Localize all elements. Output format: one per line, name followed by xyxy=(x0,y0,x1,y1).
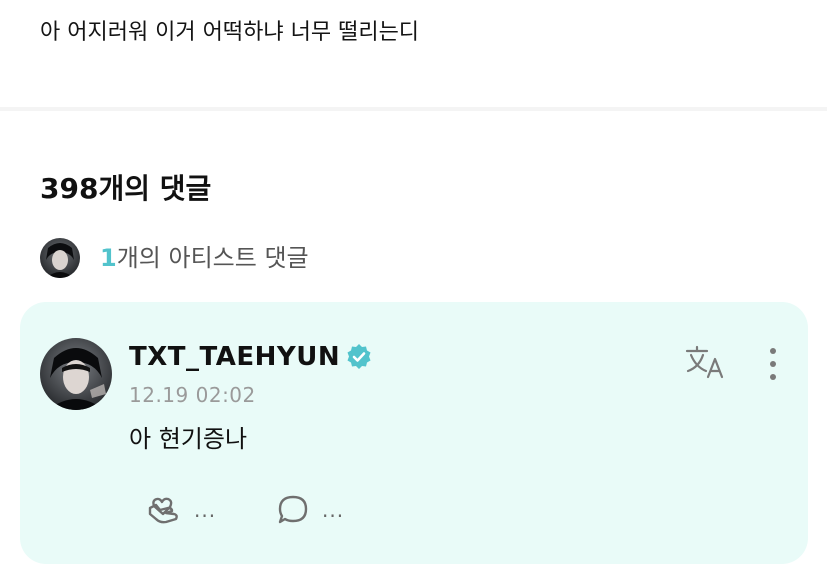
speech-bubble-icon xyxy=(278,495,308,524)
translate-button[interactable] xyxy=(684,343,728,383)
more-vertical-icon xyxy=(770,348,776,380)
heart-hand-icon xyxy=(148,497,178,524)
artist-comments-label: 1개의 아티스트 댓글 xyxy=(100,242,309,274)
reply-button[interactable]: ... xyxy=(274,492,344,528)
comment-count-title: 398개의 댓글 xyxy=(40,172,212,205)
community-post-page: 아 어지러워 이거 어떡하냐 너무 떨리는디 398개의 댓글 1개의 아티스트… xyxy=(0,0,827,578)
artist-comment-count: 1 xyxy=(100,244,117,272)
more-options-button[interactable] xyxy=(760,346,786,382)
like-button[interactable]: ... xyxy=(146,492,216,528)
reply-count: ... xyxy=(322,498,345,522)
post-body-text: 아 어지러워 이거 어떡하냐 너무 떨리는디 xyxy=(40,20,420,45)
comment-author-row: TXT_TAEHYUN xyxy=(129,340,374,374)
artist-comment-card: TXT_TAEHYUN 12.19 02:02 아 현기증나 ... ... xyxy=(20,302,808,564)
section-divider xyxy=(0,107,827,111)
comment-author-name[interactable]: TXT_TAEHYUN xyxy=(129,340,340,374)
comment-author-avatar[interactable] xyxy=(40,338,112,410)
like-count: ... xyxy=(194,498,217,522)
translate-icon xyxy=(685,345,724,379)
artist-comments-filter[interactable]: 1개의 아티스트 댓글 xyxy=(40,238,309,278)
artist-comment-label-text: 개의 아티스트 댓글 xyxy=(116,244,309,272)
verified-badge-icon xyxy=(347,344,371,369)
artist-avatar-small xyxy=(40,238,80,278)
comment-timestamp: 12.19 02:02 xyxy=(129,383,256,407)
comment-text: 아 현기증나 xyxy=(129,425,248,453)
